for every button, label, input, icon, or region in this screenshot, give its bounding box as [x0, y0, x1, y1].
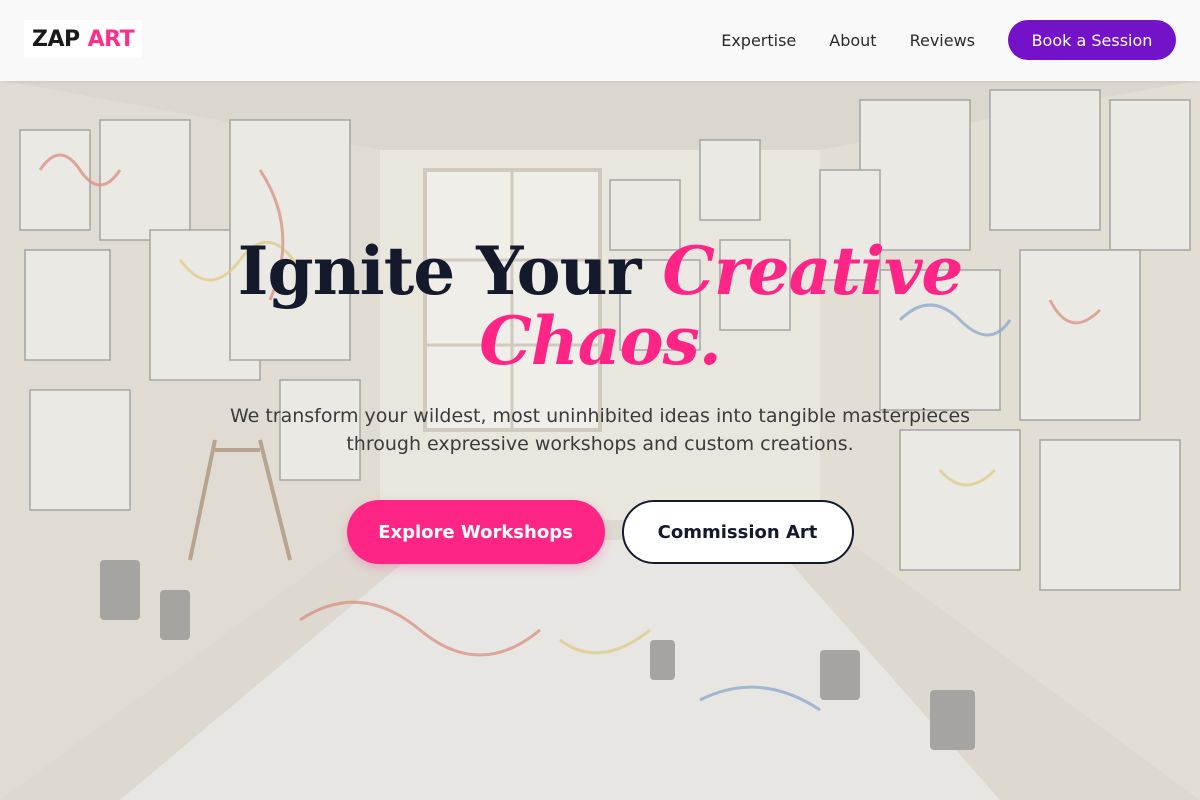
- commission-art-button[interactable]: Commission Art: [621, 500, 854, 564]
- book-session-button[interactable]: Book a Session: [1008, 20, 1176, 60]
- nav-link-reviews[interactable]: Reviews: [910, 31, 975, 50]
- hero-button-row: Explore Workshops Commission Art: [0, 500, 1200, 564]
- hero-subheadline: We transform your wildest, most uninhibi…: [200, 402, 1000, 458]
- nav-link-expertise[interactable]: Expertise: [721, 31, 796, 50]
- explore-workshops-button[interactable]: Explore Workshops: [346, 500, 605, 564]
- hero-content: Ignite Your Creative Chaos. We transform…: [0, 236, 1200, 564]
- main-nav: Expertise About Reviews Book a Session: [721, 20, 1176, 60]
- brand-name-first: ZAP: [32, 26, 80, 52]
- headline-accent-chaos: Chaos.: [479, 302, 721, 380]
- headline-accent-creative: Creative: [662, 232, 963, 310]
- site-header: ZAP ART Expertise About Reviews Book a S…: [0, 0, 1200, 81]
- headline-plain: Ignite Your: [237, 232, 642, 310]
- hero-headline: Ignite Your Creative Chaos.: [0, 236, 1200, 376]
- nav-link-about[interactable]: About: [829, 31, 876, 50]
- subhead-line-1: We transform your wildest, most uninhibi…: [229, 405, 971, 427]
- brand-name-second: ART: [87, 26, 135, 52]
- brand-logo[interactable]: ZAP ART: [24, 20, 143, 58]
- subhead-line-2: through expressive workshops and custom …: [346, 433, 854, 455]
